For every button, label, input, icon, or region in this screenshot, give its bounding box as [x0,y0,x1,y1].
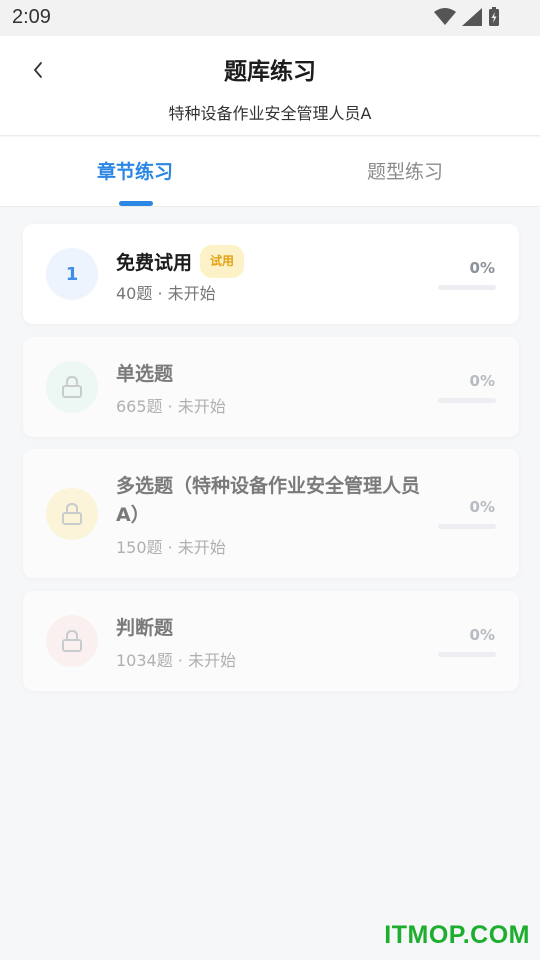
lock-icon [62,629,82,652]
chapter-title: 判断题 [116,617,174,639]
chapter-card-single-choice[interactable]: 单选题 665题 · 未开始 0% [23,337,519,437]
lock-badge [46,488,98,540]
progress-percent: 0% [469,259,495,277]
status-time: 2:09 [12,6,51,28]
active-tab-indicator [119,201,153,206]
wifi-icon [434,8,456,25]
status-icons [434,7,500,27]
app-header: 题库练习 特种设备作业安全管理人员A [0,36,540,136]
chapter-title: 多选题（特种设备作业安全管理人员A） [116,475,421,526]
chapter-number: 1 [65,263,79,285]
page-title: 题库练习 [224,59,316,85]
tab-chapter-practice[interactable]: 章节练习 [0,157,270,184]
progress-track [438,285,496,290]
chapter-card-true-false[interactable]: 判断题 1034题 · 未开始 0% [23,591,519,691]
chapter-title-text: 免费试用 [116,252,193,274]
chapter-meta: 1034题 · 未开始 [116,651,236,670]
tab-question-type-practice[interactable]: 题型练习 [270,157,540,184]
chapter-card-multiple-choice[interactable]: 多选题（特种设备作业安全管理人员A） 150题 · 未开始 0% [23,449,519,578]
lock-badge [46,361,98,413]
lock-icon [62,502,82,525]
page-subtitle: 特种设备作业安全管理人员A [168,104,372,123]
status-bar: 2:09 [0,0,540,36]
chapter-meta: 665题 · 未开始 [116,397,226,416]
chapter-meta: 150题 · 未开始 [116,538,226,557]
progress-track [438,524,496,529]
chapter-title: 免费试用 试用 [116,245,426,280]
chapter-title: 单选题 [116,363,174,385]
tab-bar: 章节练习 题型练习 [0,137,540,207]
chapter-meta: 40题 · 未开始 [116,284,216,303]
watermark: ITMOP.COM [384,921,530,949]
signal-icon [462,8,482,26]
trial-tag: 试用 [200,245,245,278]
progress-percent: 0% [469,498,495,516]
lock-badge [46,615,98,667]
progress-track [438,652,496,657]
chapter-number-badge: 1 [46,248,98,300]
progress-percent: 0% [469,372,495,390]
progress-track [438,398,496,403]
lock-icon [62,375,82,398]
chapter-card-free-trial[interactable]: 1 免费试用 试用 40题 · 未开始 0% [23,224,519,324]
battery-icon [489,7,499,26]
progress-percent: 0% [469,626,495,644]
